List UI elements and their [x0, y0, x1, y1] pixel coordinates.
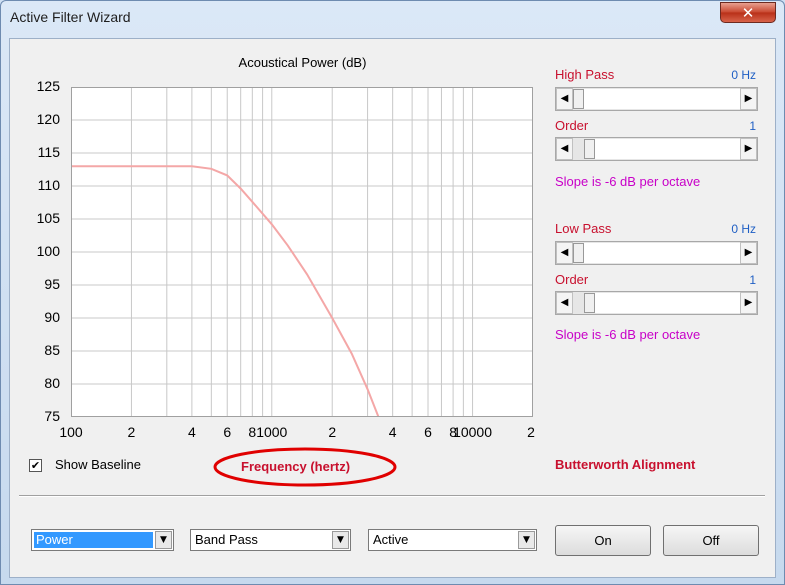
filter-type-dropdown-value: Band Pass [195, 532, 258, 547]
high-pass-slider-left-arrow[interactable]: ◀ [556, 88, 573, 110]
chevron-down-icon[interactable]: ▼ [332, 531, 349, 549]
close-icon: ✕ [741, 4, 755, 22]
y-tick-label: 125 [36, 78, 60, 94]
x-tick-label: 6 [424, 424, 432, 440]
show-baseline-label[interactable]: Show Baseline [55, 457, 141, 472]
high-pass-order-slider[interactable]: ◀ ▶ [555, 137, 758, 161]
filter-kind-dropdown[interactable]: Active ▼ [368, 529, 537, 551]
filter-kind-dropdown-value: Active [373, 532, 409, 547]
low-pass-order-value: 1 [749, 273, 756, 287]
high-pass-order-track[interactable] [595, 139, 741, 159]
show-baseline-checkbox[interactable]: ✔ [29, 459, 42, 472]
high-pass-order-right-arrow[interactable]: ▶ [740, 138, 757, 160]
chart-title: Acoustical Power (dB) [238, 55, 367, 70]
high-pass-slider[interactable]: ◀ ▶ [555, 87, 758, 111]
close-button[interactable]: ✕ [720, 2, 776, 23]
x-tick-label: 2 [328, 424, 337, 440]
x-tick-label: 6 [223, 424, 232, 440]
red-ellipse-annotation [213, 447, 397, 487]
y-tick-label: 105 [36, 210, 60, 226]
low-pass-slope-text: Slope is -6 dB per octave [555, 327, 701, 342]
active-filter-wizard-window: Active Filter Wizard ✕ Acoustical Power … [0, 0, 785, 585]
high-pass-slider-right-arrow[interactable]: ▶ [740, 88, 757, 110]
mode-dropdown-value: Power [34, 532, 153, 548]
filter-type-dropdown[interactable]: Band Pass ▼ [190, 529, 351, 551]
high-pass-slider-thumb[interactable] [573, 89, 584, 109]
x-tick-label: 2 [127, 424, 136, 440]
divider [19, 495, 765, 497]
x-tick-label: 1000 [256, 424, 288, 440]
high-pass-order-value: 1 [749, 119, 756, 133]
chevron-down-icon[interactable]: ▼ [155, 531, 172, 549]
high-pass-order-thumb[interactable] [584, 139, 595, 159]
on-button[interactable]: On [555, 525, 651, 556]
title-bar: Active Filter Wizard ✕ [1, 1, 784, 37]
checkmark-icon: ✔ [30, 459, 41, 472]
x-tick-label: 10000 [453, 424, 493, 440]
y-tick-label: 115 [37, 144, 60, 160]
y-tick-label: 75 [44, 408, 60, 424]
dialog-client-area: Acoustical Power (dB) 125 120 115 110 105 100… [9, 38, 776, 578]
x-tick-label: 4 [187, 424, 196, 440]
x-tick-label: 2 [527, 424, 535, 440]
chevron-down-icon[interactable]: ▼ [518, 531, 535, 549]
low-pass-label: Low Pass [555, 221, 612, 236]
low-pass-order-track[interactable] [595, 293, 741, 313]
y-tick-label: 110 [37, 177, 60, 193]
low-pass-order-thumb[interactable] [584, 293, 595, 313]
low-pass-slider[interactable]: ◀ ▶ [555, 241, 758, 265]
low-pass-slider-thumb[interactable] [573, 243, 584, 263]
high-pass-order-left-arrow[interactable]: ◀ [556, 138, 573, 160]
y-tick-label: 100 [36, 243, 60, 259]
high-pass-slider-track[interactable] [584, 89, 741, 109]
high-pass-value: 0 Hz [731, 68, 756, 82]
frequency-response-plot [71, 87, 533, 417]
window-title: Active Filter Wizard [10, 9, 131, 25]
low-pass-order-label: Order [555, 272, 589, 287]
low-pass-slider-left-arrow[interactable]: ◀ [556, 242, 573, 264]
y-tick-label: 120 [36, 111, 60, 127]
y-tick-label: 80 [44, 375, 60, 391]
x-tick-label: 100 [59, 424, 83, 440]
alignment-label: Butterworth Alignment [555, 457, 696, 472]
y-tick-label: 90 [44, 309, 60, 325]
low-pass-slider-track[interactable] [584, 243, 741, 263]
low-pass-order-right-arrow[interactable]: ▶ [740, 292, 757, 314]
low-pass-order-left-arrow[interactable]: ◀ [556, 292, 573, 314]
y-tick-label: 85 [44, 342, 60, 358]
high-pass-slope-text: Slope is -6 dB per octave [555, 174, 701, 189]
x-tick-label: 4 [388, 424, 397, 440]
low-pass-value: 0 Hz [731, 222, 756, 236]
low-pass-slider-right-arrow[interactable]: ▶ [740, 242, 757, 264]
high-pass-order-label: Order [555, 118, 589, 133]
high-pass-label: High Pass [555, 67, 615, 82]
low-pass-order-slider[interactable]: ◀ ▶ [555, 291, 758, 315]
x-tick-label: 8 [248, 424, 257, 440]
off-button[interactable]: Off [663, 525, 759, 556]
mode-dropdown[interactable]: Power ▼ [31, 529, 174, 551]
y-tick-label: 95 [44, 276, 60, 292]
